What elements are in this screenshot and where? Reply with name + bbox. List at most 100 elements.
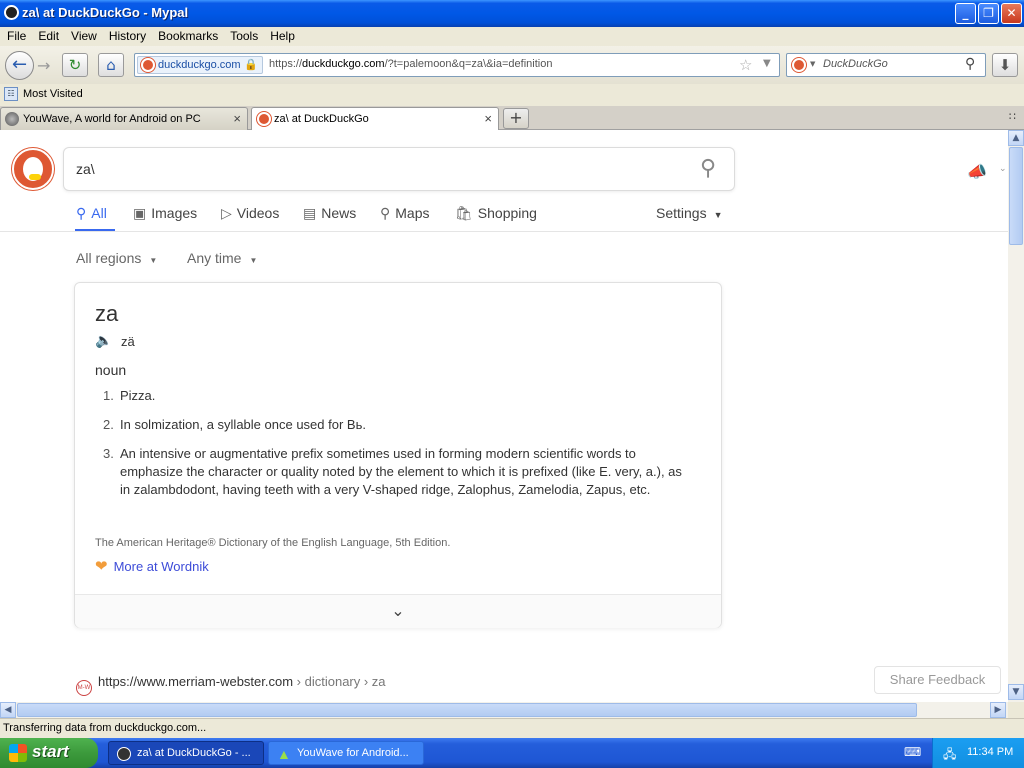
app-icon: [117, 747, 131, 761]
scroll-thumb[interactable]: [1009, 147, 1023, 245]
forward-arrow-icon[interactable]: →: [37, 56, 50, 75]
url-host: duckduckgo.com: [302, 58, 385, 70]
menu-file[interactable]: File: [0, 27, 31, 43]
heart-icon: ❤: [95, 558, 108, 575]
tab-all[interactable]: ⚲ All: [76, 205, 107, 222]
magnifier-icon[interactable]: ⚲: [965, 56, 975, 72]
scroll-up-icon[interactable]: ▲: [1008, 130, 1024, 146]
scroll-left-icon[interactable]: ◀: [0, 702, 16, 718]
search-bar[interactable]: ▼ DuckDuckGo ⚲: [786, 53, 986, 77]
caret-down-icon: ▼: [249, 256, 258, 265]
search-placeholder: DuckDuckGo: [823, 58, 888, 70]
close-tab-icon[interactable]: ×: [484, 111, 492, 126]
close-tab-icon[interactable]: ×: [233, 111, 241, 126]
scroll-thumb[interactable]: [17, 703, 917, 717]
taskbar-item-youwave[interactable]: ▲ YouWave for Android...: [268, 741, 424, 765]
share-feedback-button[interactable]: Share Feedback: [874, 666, 1001, 694]
result-breadcrumb: › dictionary › za: [296, 674, 386, 689]
time-filter[interactable]: Any time ▼: [187, 250, 257, 266]
caret-down-icon: ▼: [149, 256, 158, 265]
part-of-speech: noun: [95, 362, 127, 378]
query-text[interactable]: za\: [76, 161, 95, 177]
tab-videos[interactable]: ▷ Videos: [221, 205, 279, 222]
bookmark-star-icon[interactable]: ☆: [739, 56, 752, 74]
system-tray: 🖧 11:34 PM: [932, 738, 1024, 768]
menu-bookmarks[interactable]: Bookmarks: [151, 27, 223, 43]
tab-label: za\ at DuckDuckGo: [274, 113, 369, 125]
tab-images[interactable]: ▣ Images: [133, 205, 197, 222]
minimize-button[interactable]: _: [955, 3, 976, 24]
url-text[interactable]: https://duckduckgo.com/?t=palemoon&q=za\…: [269, 58, 552, 70]
menu-edit[interactable]: Edit: [31, 27, 64, 43]
more-at-wordnik-link[interactable]: ❤ More at Wordnik: [95, 557, 209, 575]
tab-list-icon[interactable]: ∷: [1009, 110, 1016, 123]
search-icon[interactable]: ⚲: [700, 156, 716, 181]
chevron-down-icon[interactable]: ⌄: [999, 164, 1007, 174]
search-result[interactable]: M-W https://www.merriam-webster.com › dic…: [76, 674, 386, 696]
page-content: za\ ⚲ 📣 ⌄ ⚲ All ▣ Images ▷ Videos ▤ News ⚲ Ma…: [0, 130, 1008, 702]
chevron-down-icon: ⌄: [391, 601, 405, 620]
tab-shopping[interactable]: 🛍 Shopping: [455, 205, 537, 222]
home-icon[interactable]: ⌂: [98, 53, 124, 77]
keyboard-icon[interactable]: ⌨: [904, 745, 921, 759]
taskbar-item-browser[interactable]: za\ at DuckDuckGo - ...: [108, 741, 264, 765]
region-filter[interactable]: All regions ▼: [76, 250, 157, 266]
vertical-scrollbar[interactable]: ▲ ▼: [1008, 130, 1024, 702]
navigation-toolbar: ← → ↻ ⌂ duckduckgo.com 🔒 https://duckduc…: [0, 46, 1024, 84]
title-bar[interactable]: za\ at DuckDuckGo - Mypal _ ❐ ✕: [0, 0, 1024, 27]
region-label: All regions: [76, 250, 142, 266]
menu-help[interactable]: Help: [263, 27, 300, 43]
taskbar-item-label: za\ at DuckDuckGo - ...: [137, 747, 251, 759]
url-bar[interactable]: duckduckgo.com 🔒 https://duckduckgo.com/…: [134, 53, 780, 77]
menu-history[interactable]: History: [102, 27, 151, 43]
tab-all-label: All: [91, 205, 107, 221]
network-icon[interactable]: 🖧: [943, 745, 956, 766]
globe-icon: [5, 112, 19, 126]
start-button[interactable]: start: [0, 738, 98, 768]
clock[interactable]: 11:34 PM: [967, 746, 1013, 758]
lock-icon: 🔒: [244, 59, 258, 71]
bookmark-most-visited[interactable]: Most Visited: [23, 88, 83, 100]
new-tab-icon[interactable]: +: [503, 108, 529, 129]
scroll-down-icon[interactable]: ▼: [1008, 684, 1024, 700]
query-box[interactable]: za\ ⚲: [63, 147, 735, 191]
url-dropdown-icon[interactable]: ▼: [763, 58, 771, 69]
close-button[interactable]: ✕: [1001, 3, 1022, 24]
caret-down-icon: ▼: [713, 210, 723, 220]
duckduckgo-logo[interactable]: [12, 148, 54, 190]
settings-menu[interactable]: Settings ▼: [656, 205, 723, 221]
news-icon: ▤: [303, 205, 317, 221]
result-url[interactable]: https://www.merriam-webster.com: [98, 674, 293, 689]
logo-bill: [29, 174, 41, 180]
status-bar: Transferring data from duckduckgo.com...: [0, 718, 1024, 738]
list-item: 3. An intensive or augmentative prefix so…: [103, 446, 682, 497]
restore-button[interactable]: ❐: [978, 3, 999, 24]
bag-icon: 🛍: [455, 205, 473, 221]
speaker-icon[interactable]: 🔈: [95, 333, 112, 349]
app-icon: [4, 5, 19, 20]
reload-icon[interactable]: ↻: [62, 53, 88, 77]
tab-strip: YouWave, A world for Android on PC × za\…: [0, 106, 1024, 131]
status-text: Transferring data from duckduckgo.com...: [3, 722, 207, 734]
tab-maps[interactable]: ⚲ Maps: [380, 205, 430, 222]
tab-youwave[interactable]: YouWave, A world for Android on PC ×: [0, 107, 248, 130]
downloads-icon[interactable]: ⬇: [992, 53, 1018, 77]
merriam-webster-favicon-icon: M-W: [76, 680, 92, 696]
tab-news[interactable]: ▤ News: [303, 205, 356, 222]
horizontal-scrollbar[interactable]: ◀ ▶: [0, 702, 1008, 718]
window-title: za\ at DuckDuckGo - Mypal: [22, 5, 189, 20]
back-arrow-icon[interactable]: ←: [5, 51, 34, 80]
sense-text: Pizza.: [120, 388, 156, 403]
menu-tools[interactable]: Tools: [223, 27, 263, 43]
dictionary-source: The American Heritage® Dictionary of the…: [95, 537, 451, 549]
engine-dropdown-icon[interactable]: ▼: [810, 60, 815, 68]
duckduckgo-favicon-icon: [141, 58, 155, 72]
scroll-right-icon[interactable]: ▶: [990, 702, 1006, 718]
menu-view[interactable]: View: [64, 27, 102, 43]
time-label: Any time: [187, 250, 242, 266]
megaphone-icon[interactable]: 📣: [967, 162, 987, 181]
search-engine-icon[interactable]: [792, 58, 806, 72]
expand-button[interactable]: ⌄: [75, 594, 721, 628]
site-identity[interactable]: duckduckgo.com 🔒: [137, 56, 263, 74]
tab-duckduckgo[interactable]: za\ at DuckDuckGo ×: [251, 107, 499, 131]
